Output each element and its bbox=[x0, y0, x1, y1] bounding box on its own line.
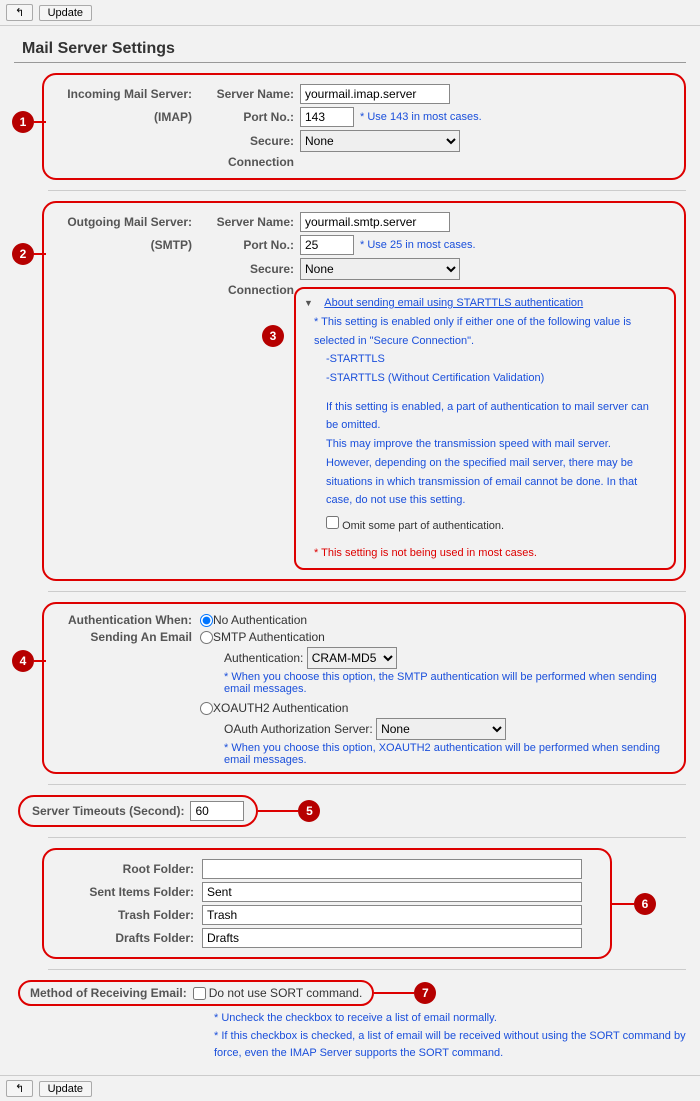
page-title: Mail Server Settings bbox=[22, 40, 686, 58]
callout-3: 3 bbox=[262, 325, 284, 347]
oauth-note: When you choose this option, XOAUTH2 aut… bbox=[224, 742, 660, 766]
secure-sub: Connection bbox=[200, 283, 300, 297]
smtp-note: When you choose this option, the SMTP au… bbox=[224, 671, 657, 695]
info-text: This setting is enabled only if either o… bbox=[314, 316, 631, 347]
bottom-toolbar: ↰ Update bbox=[0, 1075, 700, 1101]
incoming-heading: Incoming Mail Server: bbox=[52, 87, 200, 101]
starttls-info-box: 3 ▼ About sending email using STARTTLS a… bbox=[294, 287, 676, 570]
sent-folder-label: Sent Items Folder: bbox=[54, 885, 202, 899]
divider bbox=[48, 837, 686, 838]
root-folder-label: Root Folder: bbox=[54, 862, 202, 876]
auth-heading: Authentication When: bbox=[52, 613, 200, 627]
receiving-note1: Uncheck the checkbox to receive a list o… bbox=[221, 1012, 497, 1024]
connector bbox=[34, 660, 46, 662]
callout-1: 1 bbox=[12, 111, 34, 133]
incoming-port-note: Use 143 in most cases. bbox=[360, 111, 482, 123]
update-button[interactable]: Update bbox=[39, 1081, 92, 1097]
divider bbox=[48, 784, 686, 785]
info-text: If this setting is enabled, a part of au… bbox=[326, 398, 662, 435]
trash-folder-label: Trash Folder: bbox=[54, 908, 202, 922]
smtp-auth-select[interactable]: CRAM-MD5 bbox=[307, 647, 397, 669]
sort-command-checkbox[interactable] bbox=[193, 987, 206, 1000]
callout-4: 4 bbox=[12, 650, 34, 672]
drafts-folder-label: Drafts Folder: bbox=[54, 931, 202, 945]
folders-box: Root Folder: Sent Items Folder: Trash Fo… bbox=[42, 848, 612, 959]
auth-xoauth-radio[interactable] bbox=[200, 702, 213, 715]
info-text: -STARTTLS (Without Certification Validat… bbox=[326, 369, 662, 388]
receiving-label: Method of Receiving Email: bbox=[30, 986, 187, 1000]
sent-folder-input[interactable] bbox=[202, 882, 582, 902]
port-label: Port No.: bbox=[200, 238, 300, 252]
outgoing-secure-select[interactable]: None bbox=[300, 258, 460, 280]
outgoing-sub: (SMTP) bbox=[52, 238, 200, 252]
port-label: Port No.: bbox=[200, 110, 300, 124]
incoming-port-input[interactable] bbox=[300, 107, 354, 127]
auth-box: Authentication When: No Authentication S… bbox=[42, 602, 686, 774]
auth-smtp-label: SMTP Authentication bbox=[213, 630, 325, 644]
outgoing-port-input[interactable] bbox=[300, 235, 354, 255]
info-text: -STARTTLS bbox=[326, 350, 662, 369]
divider bbox=[48, 969, 686, 970]
auth-xoauth-label: XOAUTH2 Authentication bbox=[213, 701, 348, 715]
callout-6: 6 bbox=[634, 893, 656, 915]
outgoing-server-input[interactable] bbox=[300, 212, 450, 232]
top-toolbar: ↰ Update bbox=[0, 0, 700, 26]
server-name-label: Server Name: bbox=[200, 87, 300, 101]
info-text: This may improve the transmission speed … bbox=[326, 435, 662, 454]
connector bbox=[34, 253, 46, 255]
receiving-note2: If this checkbox is checked, a list of e… bbox=[214, 1030, 686, 1060]
callout-5: 5 bbox=[298, 800, 320, 822]
trash-folder-input[interactable] bbox=[202, 905, 582, 925]
connector bbox=[258, 810, 298, 812]
root-folder-input[interactable] bbox=[202, 859, 582, 879]
callout-7: 7 bbox=[414, 982, 436, 1004]
timeout-label: Server Timeouts (Second): bbox=[32, 804, 184, 818]
smtp-auth-label: Authentication: bbox=[224, 651, 303, 665]
oauth-server-label: OAuth Authorization Server: bbox=[224, 722, 373, 736]
update-button[interactable]: Update bbox=[39, 5, 92, 21]
divider bbox=[48, 190, 686, 191]
connector bbox=[612, 903, 634, 905]
divider bbox=[14, 62, 686, 63]
callout-2: 2 bbox=[12, 243, 34, 265]
warning-text: This setting is not being used in most c… bbox=[321, 547, 537, 559]
chevron-down-icon[interactable]: ▼ bbox=[304, 298, 313, 308]
outgoing-port-note: Use 25 in most cases. bbox=[360, 239, 476, 251]
incoming-box: Incoming Mail Server: Server Name: (IMAP… bbox=[42, 73, 686, 180]
auth-none-label: No Authentication bbox=[213, 613, 307, 627]
outgoing-box: Outgoing Mail Server: Server Name: (SMTP… bbox=[42, 201, 686, 581]
secure-sub: Connection bbox=[200, 155, 300, 169]
server-name-label: Server Name: bbox=[200, 215, 300, 229]
auth-sub: Sending An Email bbox=[52, 630, 200, 644]
incoming-secure-select[interactable]: None bbox=[300, 130, 460, 152]
sort-command-label: Do not use SORT command. bbox=[209, 986, 363, 1000]
outgoing-heading: Outgoing Mail Server: bbox=[52, 215, 200, 229]
info-text: However, depending on the specified mail… bbox=[326, 454, 662, 510]
receiving-box: Method of Receiving Email: Do not use SO… bbox=[18, 980, 374, 1006]
incoming-server-input[interactable] bbox=[300, 84, 450, 104]
timeout-box: Server Timeouts (Second): bbox=[18, 795, 258, 827]
divider bbox=[48, 591, 686, 592]
back-button[interactable]: ↰ bbox=[6, 4, 33, 21]
back-button[interactable]: ↰ bbox=[6, 1080, 33, 1097]
oauth-server-select[interactable]: None bbox=[376, 718, 506, 740]
omit-auth-label: Omit some part of authentication. bbox=[342, 520, 504, 532]
drafts-folder-input[interactable] bbox=[202, 928, 582, 948]
timeout-input[interactable] bbox=[190, 801, 244, 821]
secure-label: Secure: bbox=[200, 262, 300, 276]
omit-auth-checkbox[interactable] bbox=[326, 516, 339, 529]
auth-none-radio[interactable] bbox=[200, 614, 213, 627]
connector bbox=[374, 992, 414, 994]
starttls-disclosure[interactable]: About sending email using STARTTLS authe… bbox=[324, 297, 583, 309]
auth-smtp-radio[interactable] bbox=[200, 631, 213, 644]
secure-label: Secure: bbox=[200, 134, 300, 148]
incoming-sub: (IMAP) bbox=[52, 110, 200, 124]
connector bbox=[34, 121, 46, 123]
